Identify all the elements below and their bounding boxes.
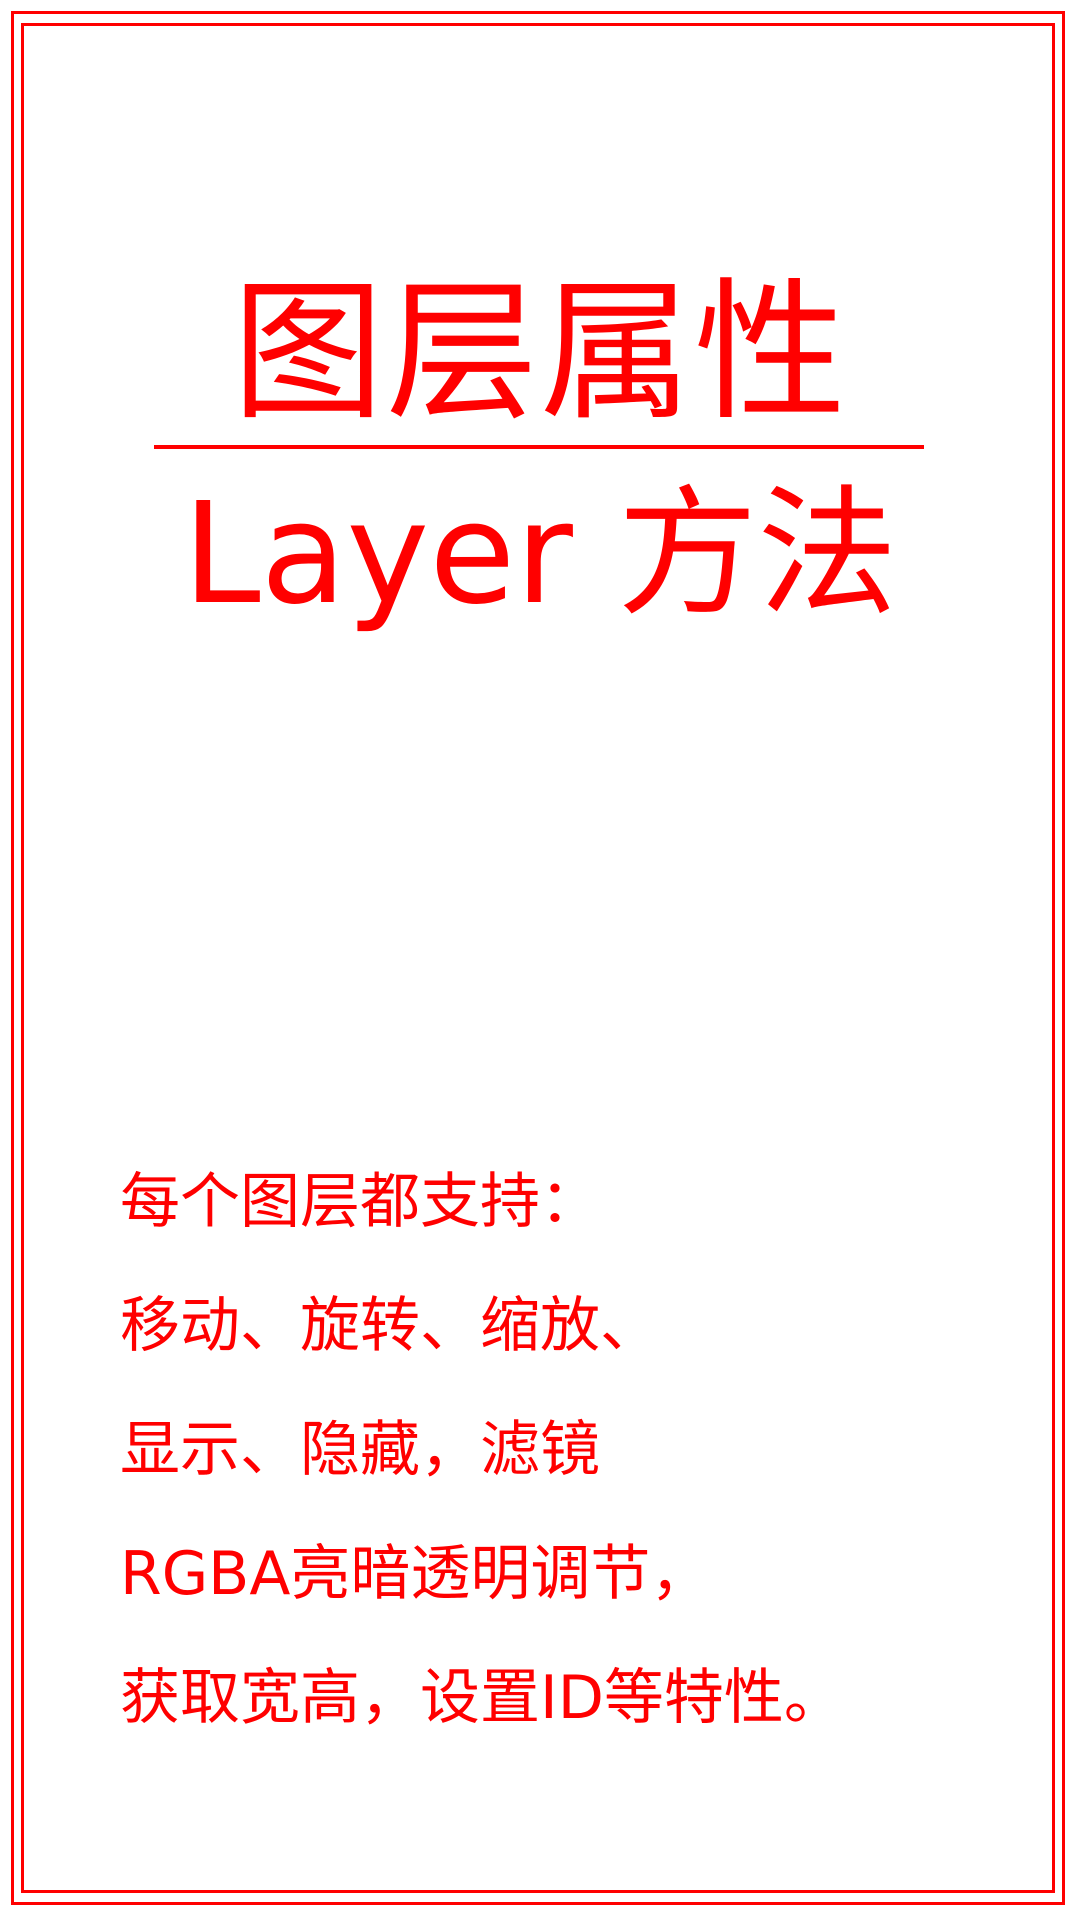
description-block: 每个图层都支持： 移动、旋转、缩放、 显示、隐藏，滤镜 RGBA亮暗透明调节， … <box>120 1140 1000 1760</box>
description-line: 每个图层都支持： <box>120 1167 600 1237</box>
page-subtitle: Layer 方法 <box>182 473 898 636</box>
page-title: 图层属性 <box>232 264 848 441</box>
description-line: 移动、旋转、缩放、 <box>120 1291 660 1361</box>
description-line: 显示、隐藏，滤镜 <box>120 1415 600 1485</box>
title-divider <box>154 445 924 449</box>
description-line: 获取宽高，设置ID等特性。 <box>120 1663 844 1733</box>
description-line: RGBA亮暗透明调节， <box>120 1539 711 1609</box>
